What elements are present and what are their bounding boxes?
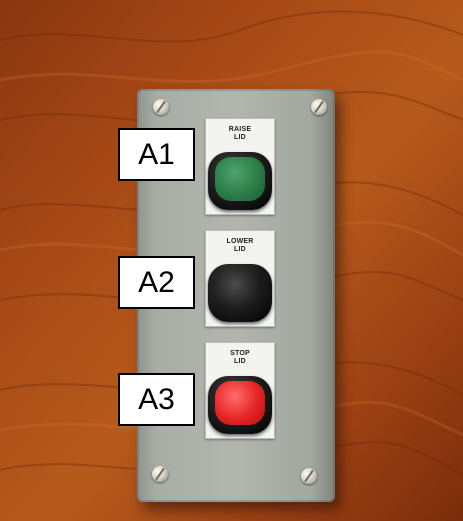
- lower-lid-button[interactable]: [215, 269, 265, 313]
- stop-lid-bezel: [208, 376, 272, 434]
- lower-lid-bezel: [208, 264, 272, 322]
- callout-a3: A3: [118, 373, 195, 426]
- top-right-screw: [311, 99, 327, 115]
- raise-lid-legend: RAISE LID: [228, 126, 252, 141]
- raise-lid-bezel: [208, 152, 272, 210]
- callout-a1: A1: [118, 128, 195, 181]
- callout-a2: A2: [118, 256, 195, 309]
- stop-lid-legend: STOP LID: [230, 350, 250, 365]
- stop-lid-button[interactable]: [215, 381, 265, 425]
- stop-lid-button-unit: STOP LID: [205, 342, 275, 439]
- bottom-left-screw: [152, 466, 168, 482]
- lower-lid-legend: LOWER LID: [226, 238, 254, 253]
- lower-lid-button-unit: LOWER LID: [205, 230, 275, 327]
- raise-lid-button-unit: RAISE LID: [205, 118, 275, 215]
- bottom-right-screw: [301, 468, 317, 484]
- top-left-screw: [153, 99, 169, 115]
- raise-lid-button[interactable]: [215, 157, 265, 201]
- photo-scene: RAISE LID LOWER LID STOP LID A1 A2 A3: [0, 0, 463, 521]
